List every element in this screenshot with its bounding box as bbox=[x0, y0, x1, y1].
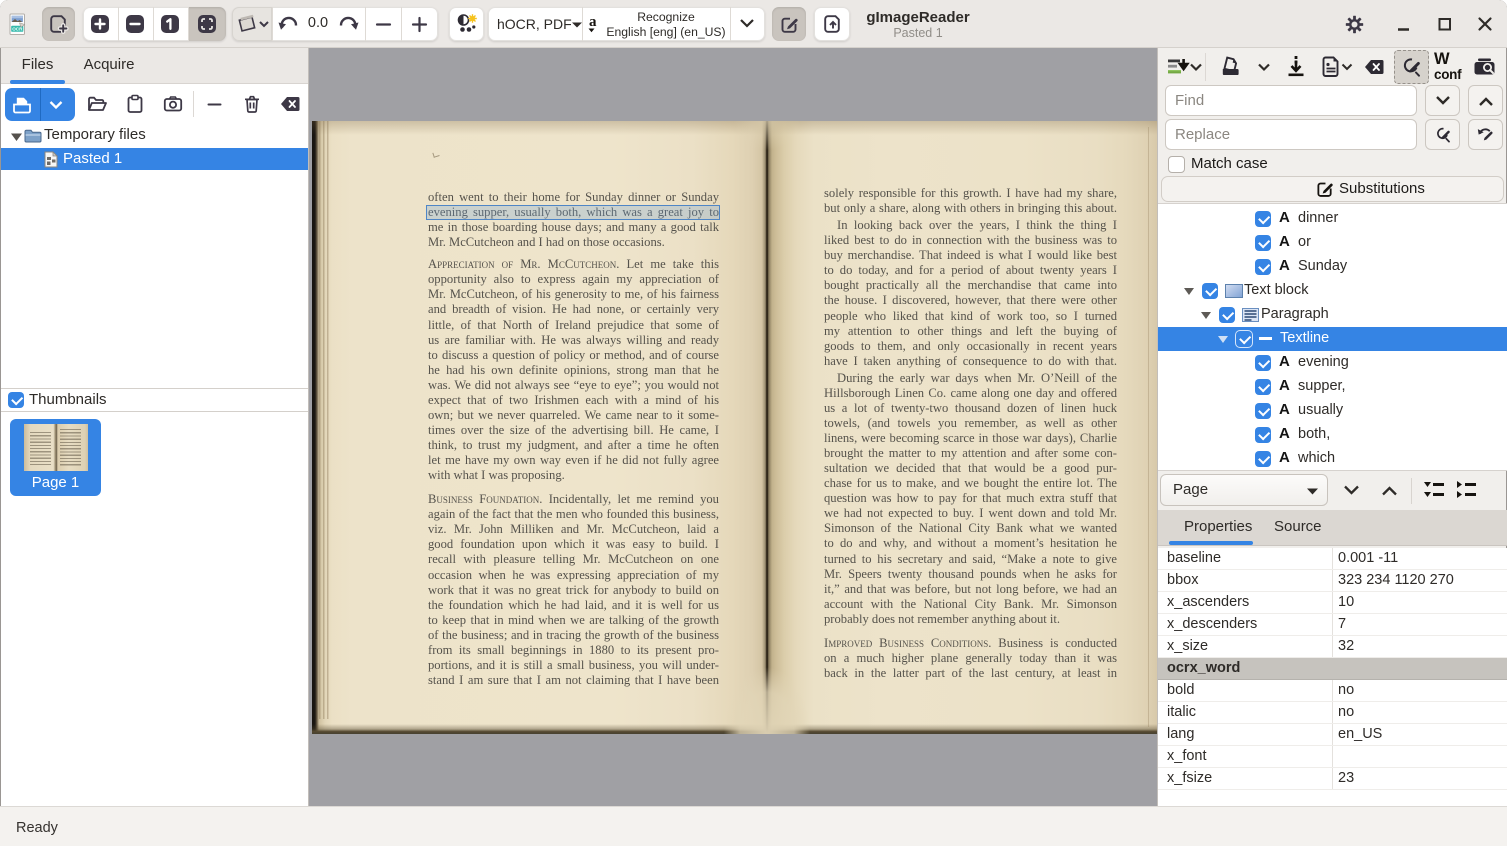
svg-text:a: a bbox=[589, 14, 597, 30]
svg-text:OCR: OCR bbox=[12, 27, 23, 32]
